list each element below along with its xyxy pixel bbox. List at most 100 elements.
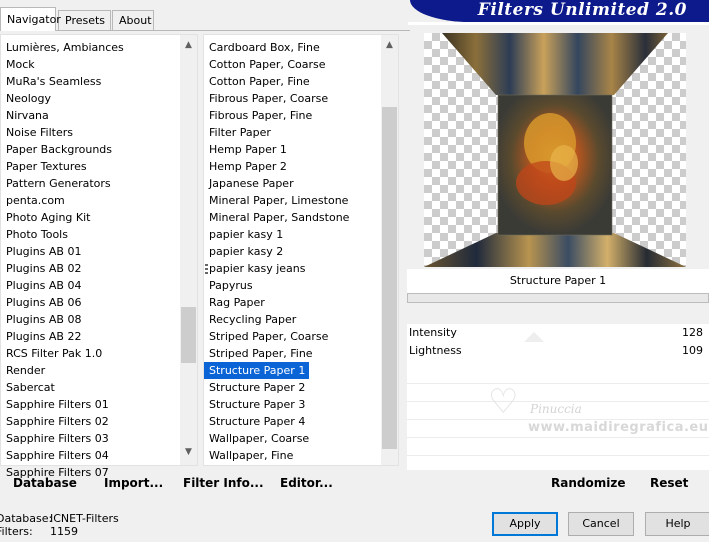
category-item[interactable]: Plugins AB 02 [1,260,180,277]
import-link[interactable]: Import... [104,476,163,490]
filter-item-row[interactable]: Fibrous Paper, Fine [204,107,381,124]
filter-item-row[interactable]: Mineral Paper, Limestone [204,192,381,209]
filter-item-row[interactable]: Cardboard Box, Fine [204,39,381,56]
filter-scroll-thumb[interactable] [382,107,397,449]
filter-item[interactable]: papier kasy jeans [204,260,381,277]
filter-info-link[interactable]: Filter Info... [183,476,264,490]
category-item-row[interactable]: Photo Aging Kit [1,209,180,226]
category-item-row[interactable]: Neology [1,90,180,107]
filter-item[interactable]: Fibrous Paper, Coarse [204,90,381,107]
database-link[interactable]: Database [13,476,77,490]
filter-item-row[interactable]: Filter Paper [204,124,381,141]
tab-about[interactable]: About [112,10,154,30]
category-item[interactable]: Photo Tools [1,226,180,243]
category-item[interactable]: Plugins AB 01 [1,243,180,260]
randomize-link[interactable]: Randomize [551,476,625,490]
scroll-up-icon[interactable]: ▲ [381,37,398,54]
filter-item[interactable]: Hemp Paper 1 [204,141,381,158]
filter-item-row[interactable]: Mineral Paper, Sandstone [204,209,381,226]
category-item[interactable]: Sabercat [1,379,180,396]
filter-item-row[interactable]: Wallpaper, Fine [204,447,381,464]
filter-item-row[interactable]: Structure Paper 2 [204,379,381,396]
filter-listbox[interactable]: Cardboard Box, Fine Cotton Paper, Coarse C… [203,34,399,466]
category-item-row[interactable]: Photo Tools [1,226,180,243]
category-item-row[interactable]: Nirvana [1,107,180,124]
filter-item-row[interactable]: Hemp Paper 1 [204,141,381,158]
filter-item-row[interactable]: Papyrus [204,277,381,294]
category-item-row[interactable]: penta.com [1,192,180,209]
category-item-row[interactable]: Sapphire Filters 01 [1,396,180,413]
category-item-row[interactable]: Render [1,362,180,379]
filter-item[interactable]: Hemp Paper 2 [204,158,381,175]
filter-item[interactable]: Cotton Paper, Coarse [204,56,381,73]
filter-item-row[interactable]: papier kasy 2 [204,243,381,260]
filter-item[interactable]: Structure Paper 3 [204,396,381,413]
category-item[interactable]: Plugins AB 06 [1,294,180,311]
filter-item[interactable]: Recycling Paper [204,311,381,328]
filter-item[interactable]: Papyrus [204,277,381,294]
category-item-row[interactable]: Noise Filters [1,124,180,141]
category-item-row[interactable]: Sapphire Filters 04 [1,447,180,464]
category-item[interactable]: Sapphire Filters 03 [1,430,180,447]
tab-navigator[interactable]: Navigator [0,7,61,31]
filter-item[interactable]: Structure Paper 2 [204,379,381,396]
filter-item[interactable]: Japanese Paper [204,175,381,192]
filter-item[interactable]: Wallpaper, Coarse [204,430,381,447]
category-item-row[interactable]: MuRa's Seamless [1,73,180,90]
category-item-row[interactable]: Plugins AB 04 [1,277,180,294]
category-item-row[interactable]: Plugins AB 02 [1,260,180,277]
category-item[interactable]: Neology [1,90,180,107]
scroll-up-icon[interactable]: ▲ [180,37,197,54]
editor-link[interactable]: Editor... [280,476,333,490]
filter-item-row[interactable]: Recycling Paper [204,311,381,328]
category-item-row[interactable]: Paper Backgrounds [1,141,180,158]
filter-item[interactable]: papier kasy 1 [204,226,381,243]
filter-item-row[interactable]: Fibrous Paper, Coarse [204,90,381,107]
category-item[interactable]: MuRa's Seamless [1,73,180,90]
category-item[interactable]: RCS Filter Pak 1.0 [1,345,180,362]
filter-item[interactable]: Wallpaper, Fine [204,447,381,464]
filter-item[interactable]: Cardboard Box, Fine [204,39,381,56]
filter-item-row[interactable]: Cotton Paper, Fine [204,73,381,90]
filter-item[interactable]: Rag Paper [204,294,381,311]
tab-presets[interactable]: Presets [58,10,111,30]
filter-item-row[interactable]: Striped Paper, Coarse [204,328,381,345]
filter-item-row[interactable]: Structure Paper 4 [204,413,381,430]
filter-item-row[interactable]: Rag Paper [204,294,381,311]
filter-item-row[interactable]: Cotton Paper, Coarse [204,56,381,73]
apply-button[interactable]: Apply [492,512,558,536]
filter-item[interactable]: papier kasy 2 [204,243,381,260]
category-item[interactable]: Render [1,362,180,379]
param-row-intensity[interactable]: Intensity 128 [407,324,709,342]
category-item[interactable]: Sapphire Filters 02 [1,413,180,430]
category-item-row[interactable]: Plugins AB 06 [1,294,180,311]
category-item[interactable]: Plugins AB 22 [1,328,180,345]
category-item[interactable]: Sapphire Filters 01 [1,396,180,413]
filter-item[interactable]: Filter Paper [204,124,381,141]
filter-item-row[interactable]: Japanese Paper [204,175,381,192]
filter-item-row[interactable]: Wallpaper, Coarse [204,430,381,447]
category-item[interactable]: Noise Filters [1,124,180,141]
filter-item-row[interactable]: Hemp Paper 2 [204,158,381,175]
category-item-row[interactable]: Plugins AB 22 [1,328,180,345]
filter-item[interactable]: Structure Paper 4 [204,413,381,430]
scroll-down-icon[interactable]: ▼ [180,444,197,461]
help-button[interactable]: Help [645,512,709,536]
category-item[interactable]: Plugins AB 08 [1,311,180,328]
category-item-row[interactable]: Sapphire Filters 03 [1,430,180,447]
category-item[interactable]: Nirvana [1,107,180,124]
filter-item-row[interactable]: Structure Paper 3 [204,396,381,413]
filter-item-selected[interactable]: Structure Paper 1 [204,362,310,379]
category-item[interactable]: Mock [1,56,180,73]
category-scrollbar[interactable]: ▲ ▼ [180,35,197,465]
filter-item-row[interactable]: Striped Paper, Fine [204,345,381,362]
filter-item[interactable]: Striped Paper, Fine [204,345,381,362]
category-item-row[interactable]: Sapphire Filters 02 [1,413,180,430]
category-listbox[interactable]: Lumières, Ambiances Mock MuRa's Seamless Ne… [0,34,198,479]
param-row-lightness[interactable]: Lightness 109 [407,342,709,360]
filter-item[interactable]: Mineral Paper, Limestone [204,192,381,209]
category-item[interactable]: Photo Aging Kit [1,209,180,226]
category-item-row[interactable]: Paper Textures [1,158,180,175]
category-item[interactable]: Paper Textures [1,158,180,175]
filter-item[interactable]: Fibrous Paper, Fine [204,107,381,124]
